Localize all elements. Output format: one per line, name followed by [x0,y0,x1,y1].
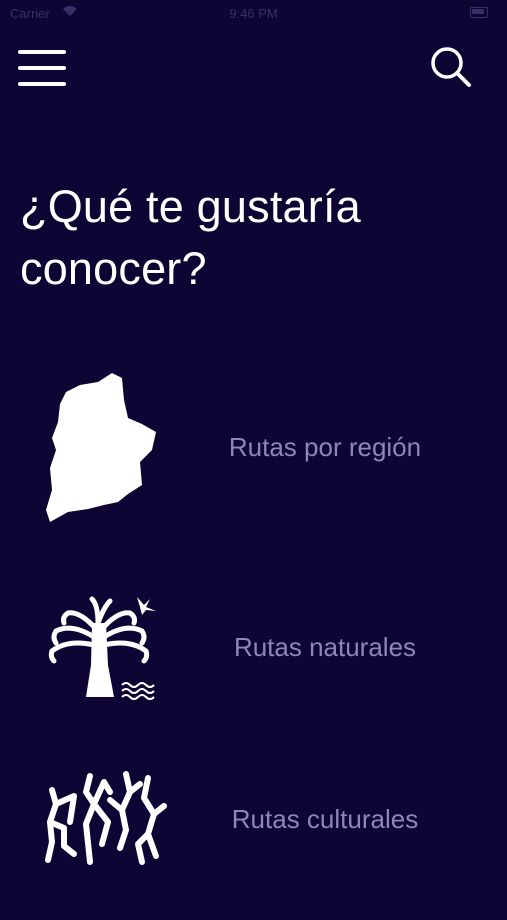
route-region-label: Rutas por región [228,432,422,462]
route-cultural-label: Rutas culturales [231,804,419,834]
route-natural-button[interactable]: Rutas naturales [0,585,507,735]
status-time: 9:46 PM [229,6,278,21]
hamburger-line [18,82,66,86]
search-icon[interactable] [428,44,474,90]
menu-button[interactable] [18,47,68,89]
hamburger-line [18,66,66,70]
page-title: ¿Qué te gustaría conocer? [20,181,361,294]
araucaria-tree-icon [48,596,156,700]
petroglyph-figures-icon [45,771,167,865]
region-map-icon [46,373,156,522]
battery-icon [470,7,488,18]
hamburger-menu-icon [18,50,66,54]
route-natural-label: Rutas naturales [233,632,417,662]
route-region-button[interactable]: Rutas por región [0,370,507,522]
status-bar: Carrier 9:46 PM [0,0,507,28]
route-cultural-button[interactable]: Rutas culturales [0,770,507,920]
